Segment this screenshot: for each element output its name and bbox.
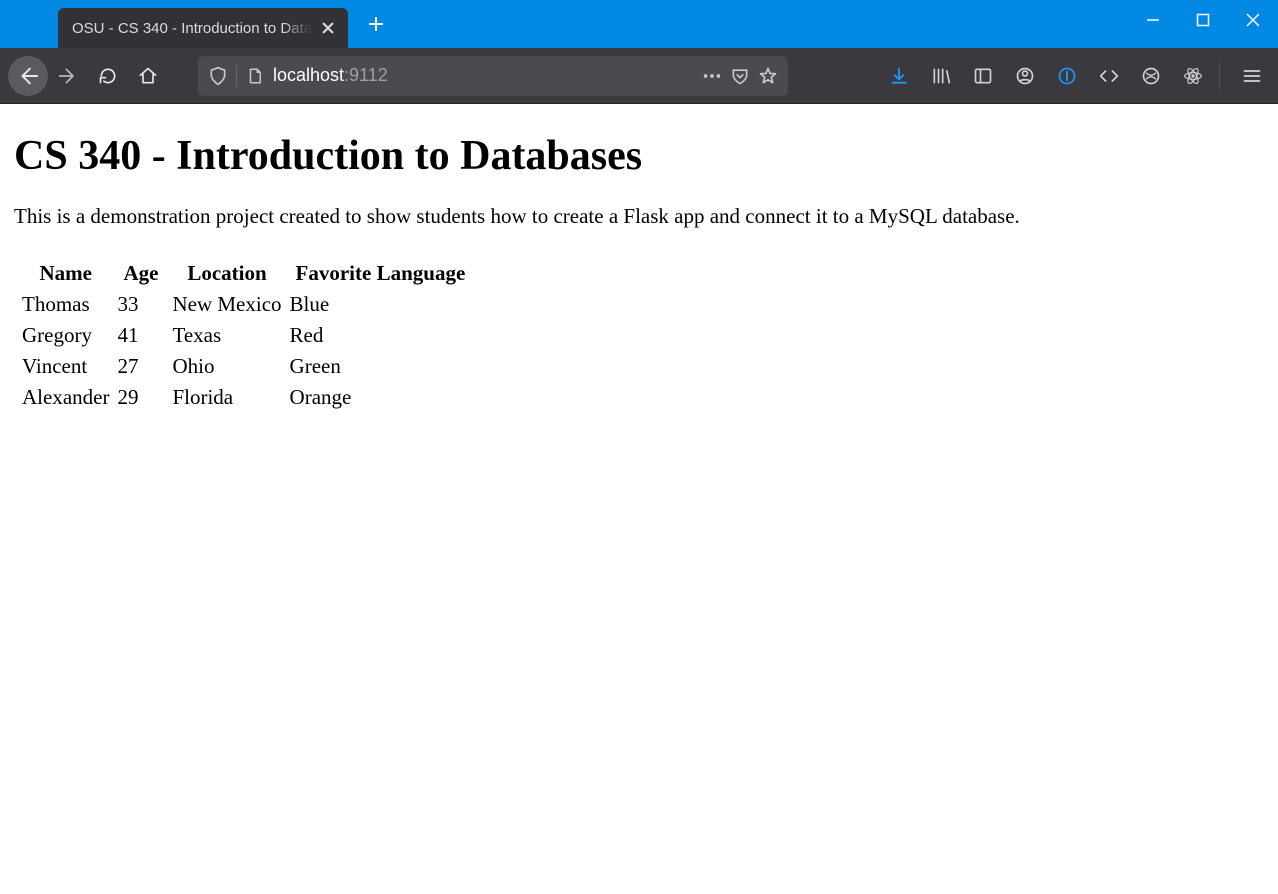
window-maximize-button[interactable] [1178,0,1228,40]
cell-language: Red [288,323,474,348]
col-language: Favorite Language [288,261,474,286]
devtools-icon[interactable] [1091,58,1127,94]
toolbar: localhost:9112 [0,48,1278,104]
new-tab-button[interactable] [358,6,394,42]
shield-icon[interactable] [204,62,232,90]
table-row: Alexander 29 Florida Orange [20,385,473,410]
cell-age: 33 [115,292,166,317]
cell-name: Gregory [20,323,111,348]
table-header-row: Name Age Location Favorite Language [20,261,473,286]
tab-strip: OSU - CS 340 - Introduction to Data [0,0,394,48]
react-devtools-icon[interactable] [1175,58,1211,94]
cell-age: 29 [115,385,166,410]
menu-button[interactable] [1234,58,1270,94]
url-port: :9112 [344,65,388,85]
home-button[interactable] [128,56,168,96]
browser-window: OSU - CS 340 - Introduction to Data [0,0,1278,894]
cell-location: Ohio [170,354,283,379]
toolbar-separator [1219,62,1220,90]
cell-location: New Mexico [170,292,283,317]
page-intro: This is a demonstration project created … [14,204,1264,229]
cell-language: Orange [288,385,474,410]
table-row: Vincent 27 Ohio Green [20,354,473,379]
cell-name: Alexander [20,385,111,410]
cell-location: Texas [170,323,283,348]
people-table: Name Age Location Favorite Language Thom… [16,255,477,416]
toolbar-right [875,58,1270,94]
url-text[interactable]: localhost:9112 [269,65,698,86]
col-name: Name [20,261,111,286]
url-host: localhost [273,65,344,85]
titlebar: OSU - CS 340 - Introduction to Data [0,0,1278,48]
url-bar[interactable]: localhost:9112 [198,56,788,96]
cell-name: Vincent [20,354,111,379]
back-button[interactable] [8,56,48,96]
urlbar-separator [236,65,237,87]
tab-title: OSU - CS 340 - Introduction to Data [72,20,312,37]
page-content: CS 340 - Introduction to Databases This … [0,104,1278,426]
page-actions-icon[interactable] [698,62,726,90]
reload-button[interactable] [88,56,128,96]
page-heading: CS 340 - Introduction to Databases [14,132,1264,180]
cell-name: Thomas [20,292,111,317]
library-icon[interactable] [923,58,959,94]
cell-age: 41 [115,323,166,348]
sidebar-icon[interactable] [965,58,1001,94]
cell-language: Blue [288,292,474,317]
browser-tab[interactable]: OSU - CS 340 - Introduction to Data [58,8,348,48]
pocket-icon[interactable] [726,62,754,90]
cell-location: Florida [170,385,283,410]
account-icon[interactable] [1007,58,1043,94]
cell-language: Green [288,354,474,379]
downloads-icon[interactable] [881,58,917,94]
col-age: Age [115,261,166,286]
col-location: Location [170,261,283,286]
window-minimize-button[interactable] [1128,0,1178,40]
cell-age: 27 [115,354,166,379]
extension-icon-1[interactable] [1133,58,1169,94]
bookmark-star-icon[interactable] [754,62,782,90]
window-close-button[interactable] [1228,0,1278,40]
tab-close-button[interactable] [318,18,338,38]
table-row: Thomas 33 New Mexico Blue [20,292,473,317]
table-row: Gregory 41 Texas Red [20,323,473,348]
window-controls [1128,0,1278,40]
forward-button[interactable] [48,56,88,96]
onepassword-icon[interactable] [1049,58,1085,94]
page-info-icon[interactable] [241,62,269,90]
